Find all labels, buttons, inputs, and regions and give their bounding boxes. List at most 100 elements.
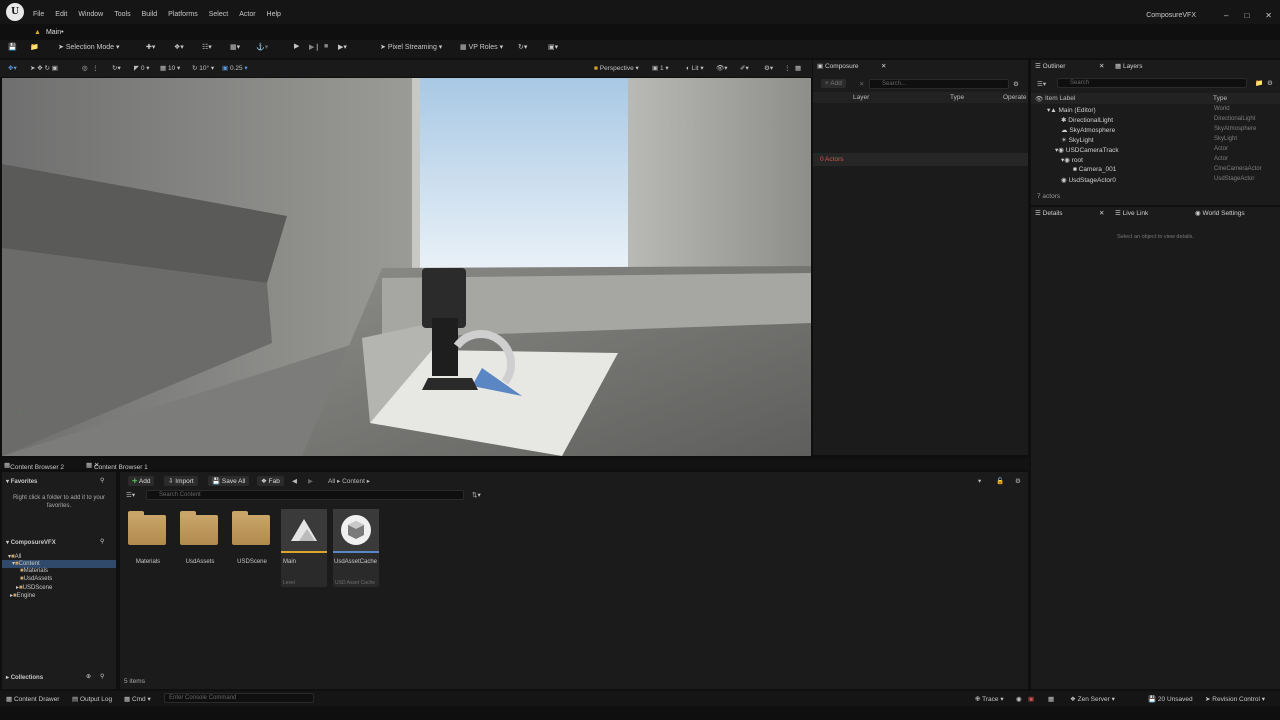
add-actor-icon[interactable]: ✚▾ xyxy=(146,43,155,51)
breadcrumb-content[interactable]: Content xyxy=(342,478,365,485)
sort-icon[interactable]: ⇅▾ xyxy=(472,491,481,499)
close-icon[interactable]: ✕ xyxy=(1265,11,1272,20)
favorites-header[interactable]: ▾ Favorites xyxy=(6,478,37,485)
surface-snap-icon[interactable]: ↻▾ xyxy=(112,64,121,72)
step-icon[interactable]: ▶❙ xyxy=(309,43,320,51)
col-layer[interactable]: Layer xyxy=(853,94,869,101)
outliner-row[interactable]: ■ Camera_001 CineCameraActor xyxy=(1031,166,1280,176)
tab-live-link[interactable]: ☰ Live Link xyxy=(1115,209,1148,220)
outliner-settings-icon[interactable]: ⚙ xyxy=(1267,79,1273,87)
save-all-button[interactable]: 💾 Save All xyxy=(208,476,250,486)
col-item-label[interactable]: Item Label xyxy=(1045,95,1075,102)
breadcrumb-dropdown-icon[interactable]: ▾ xyxy=(978,477,981,485)
tab-content-browser-2[interactable]: ▦ Content Browser 2 xyxy=(4,461,64,471)
viewport-count[interactable]: ▣ 1 ▾ xyxy=(652,64,669,72)
lit-dropdown[interactable]: ◐ Lit ▾ xyxy=(686,64,704,72)
tree-usdassets[interactable]: ■UsdAssets xyxy=(20,576,52,582)
modes-icon[interactable]: ▦▾ xyxy=(230,43,240,51)
brush-icon[interactable]: ✐▾ xyxy=(740,64,749,72)
menu-tools[interactable]: Tools xyxy=(114,11,130,18)
composure-search-input[interactable]: Search... xyxy=(869,79,1009,89)
eye-icon[interactable]: 👁 xyxy=(1035,95,1043,103)
snap-rot[interactable]: ◤ 0 ▾ xyxy=(134,64,150,72)
vp-roles-dropdown[interactable]: ▦ VP Roles ▾ xyxy=(460,43,503,51)
history-forward-icon[interactable]: ▶ xyxy=(308,477,313,485)
perspective-dropdown[interactable]: ■ Perspective ▾ xyxy=(594,64,639,72)
history-back-icon[interactable]: ◀ xyxy=(292,477,297,485)
source-control-icon[interactable]: ↻▾ xyxy=(518,43,527,51)
fab-button[interactable]: ❖ Fab xyxy=(257,476,284,486)
tab-details[interactable]: ☰ Details xyxy=(1035,209,1063,220)
show-icon[interactable]: 👁▾ xyxy=(716,64,728,72)
search-icon[interactable]: ⚲ xyxy=(100,477,104,484)
search-icon[interactable]: ⚲ xyxy=(100,538,104,545)
search-icon[interactable]: ⚲ xyxy=(100,673,104,680)
scale-snap[interactable]: ▣ 0.25 ▾ xyxy=(222,64,248,72)
col-type[interactable]: Type xyxy=(950,94,964,101)
outliner-row[interactable]: ☁ SkyAtmosphere SkyAtmosphere xyxy=(1031,126,1280,136)
unreal-logo-icon[interactable]: U xyxy=(6,3,24,21)
level-tab[interactable]: ▲ Main• xyxy=(34,26,64,38)
tree-engine[interactable]: ▸■Engine xyxy=(10,592,35,599)
stats-icon[interactable]: ▦ xyxy=(1048,695,1054,703)
breadcrumb-all[interactable]: All xyxy=(328,478,335,485)
console-input[interactable]: Enter Console Command xyxy=(164,693,314,703)
add-button[interactable]: ✚ Add xyxy=(128,476,155,486)
asset-tile-main-level[interactable]: Main Level xyxy=(281,509,327,587)
filter-icon[interactable]: ☰▾ xyxy=(1037,80,1046,88)
transform-icon[interactable]: ✥▾ xyxy=(8,64,17,72)
selection-mode-dropdown[interactable]: ➤ Selection Mode ▾ xyxy=(58,43,120,51)
asset-tile-usdassets[interactable]: UsdAssets xyxy=(177,509,223,587)
layout-icon[interactable]: ▦ xyxy=(795,64,801,72)
cb-filter-icon[interactable]: ☰▾ xyxy=(126,491,135,499)
settings-icon[interactable]: ⚙ xyxy=(1013,80,1019,88)
menu-help[interactable]: Help xyxy=(267,11,281,18)
minimize-icon[interactable]: – xyxy=(1224,11,1228,20)
cb-settings-icon[interactable]: ⚙ xyxy=(1015,477,1021,485)
composure-add-button[interactable]: + Add xyxy=(821,79,846,88)
select-tool-icon[interactable]: ➤ ✥ ↻ ▣ xyxy=(30,64,58,72)
outliner-row[interactable]: ✱ DirectionalLight DirectionalLight xyxy=(1031,116,1280,126)
maximize-icon[interactable]: □ xyxy=(1244,11,1249,20)
col-operate[interactable]: Operate xyxy=(1003,94,1027,101)
platforms-icon[interactable]: ▣▾ xyxy=(548,43,558,51)
outliner-row[interactable]: ☀ SkyLight SkyLight xyxy=(1031,136,1280,146)
cinematics-icon[interactable]: ☷▾ xyxy=(202,43,212,51)
blueprint-icon[interactable]: ❖▾ xyxy=(174,43,184,51)
level-viewport[interactable]: ↑ xyxy=(2,78,811,456)
pixel-streaming-dropdown[interactable]: ➤ Pixel Streaming ▾ xyxy=(380,43,442,51)
viewport-more-icon[interactable]: ⋮ xyxy=(784,64,791,72)
asset-tile-materials[interactable]: Materials xyxy=(125,509,171,587)
screenshot-icon[interactable]: ▣ xyxy=(1028,695,1034,703)
record-icon[interactable]: ◉ xyxy=(1016,695,1022,703)
launch-icon[interactable]: ▶▾ xyxy=(338,43,347,51)
grid-snap[interactable]: ▦ 10 ▾ xyxy=(160,64,180,72)
menu-platforms[interactable]: Platforms xyxy=(168,11,198,18)
tab-content-browser-1[interactable]: ▦ Content Browser 1 ✕ xyxy=(86,461,148,471)
outliner-row[interactable]: ▾◉ USDCameraTrack Actor xyxy=(1031,146,1280,156)
outliner-row[interactable]: ▾◉ root Actor xyxy=(1031,156,1280,166)
world-icon[interactable]: ◎ xyxy=(82,64,88,72)
output-log-button[interactable]: ▤ Output Log xyxy=(72,695,112,703)
stop-icon[interactable]: ■ xyxy=(324,43,328,50)
play-icon[interactable]: ▶ xyxy=(294,42,299,50)
add-folder-icon[interactable]: 📁 xyxy=(1255,79,1263,87)
delete-icon[interactable]: ✕ xyxy=(859,80,864,88)
lock-icon[interactable]: 🔓 xyxy=(996,477,1004,485)
tab-composure[interactable]: ▣ Composure xyxy=(817,62,859,73)
tree-materials[interactable]: ■Materials xyxy=(20,568,48,574)
menu-edit[interactable]: Edit xyxy=(55,11,67,18)
save-icon[interactable]: 💾 xyxy=(8,43,17,51)
import-button[interactable]: ⇩ Import xyxy=(164,476,198,486)
content-icon[interactable]: 📁 xyxy=(30,43,39,51)
content-search-input[interactable]: Search Content xyxy=(146,490,464,500)
menu-actor[interactable]: Actor xyxy=(239,11,255,18)
asset-tile-usdscene[interactable]: USDScene xyxy=(229,509,275,587)
add-collection-icon[interactable]: ⊕ xyxy=(86,673,91,680)
menu-file[interactable]: File xyxy=(33,11,44,18)
close-icon[interactable]: ✕ xyxy=(1099,209,1104,220)
outliner-search-input[interactable]: Search xyxy=(1057,78,1247,88)
more-icon[interactable]: ⋮ xyxy=(92,64,99,72)
menu-build[interactable]: Build xyxy=(142,11,158,18)
menu-select[interactable]: Select xyxy=(209,11,228,18)
